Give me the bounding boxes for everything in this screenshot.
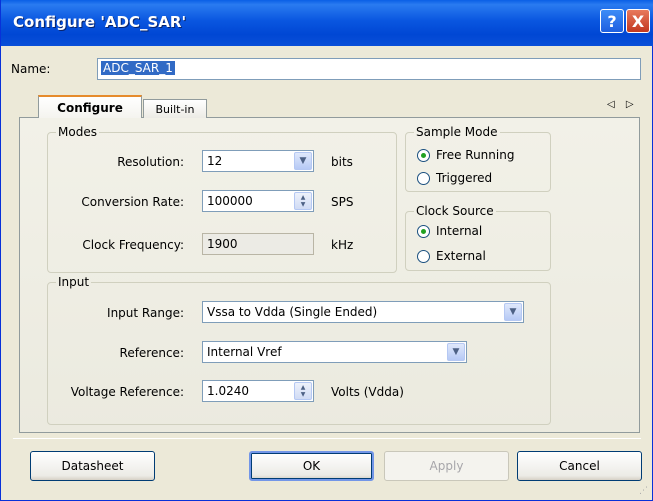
ok-button[interactable]: OK — [249, 451, 374, 481]
title-bar[interactable]: Configure 'ADC_SAR' ? X — [1, 0, 653, 46]
clock-source-legend: Clock Source — [416, 204, 494, 218]
conversion-rate-label: Conversion Rate: — [81, 195, 184, 209]
radio-free-running[interactable]: Free Running — [417, 148, 514, 162]
help-button[interactable]: ? — [600, 9, 624, 33]
clock-frequency-value: 1900 — [207, 237, 238, 251]
radio-unselected-icon — [417, 171, 430, 185]
name-input[interactable]: ADC_SAR_1 — [97, 58, 641, 80]
close-button[interactable]: X — [626, 9, 650, 33]
datasheet-button[interactable]: Datasheet — [30, 451, 155, 481]
reference-select[interactable]: Internal Vref ▼ — [202, 341, 467, 363]
tab-built-in[interactable]: Built-in — [143, 99, 207, 118]
voltage-reference-unit: Volts (Vdda) — [331, 385, 404, 399]
voltage-reference-stepper[interactable]: 1.0240 ▲ ▼ — [202, 380, 314, 402]
chevron-down-icon[interactable]: ▼ — [504, 303, 522, 321]
input-range-select[interactable]: Vssa to Vdda (Single Ended) ▼ — [202, 301, 524, 323]
clock-frequency-unit: kHz — [331, 238, 354, 252]
apply-button: Apply — [384, 451, 509, 481]
conversion-rate-unit: SPS — [331, 195, 354, 209]
button-separator — [13, 438, 641, 439]
name-value: ADC_SAR_1 — [101, 61, 175, 75]
radio-triggered-label: Triggered — [436, 171, 493, 185]
reference-label: Reference: — [119, 346, 184, 360]
radio-selected-icon — [417, 148, 430, 162]
sample-mode-legend: Sample Mode — [416, 125, 498, 139]
input-legend: Input — [58, 275, 90, 289]
spinner-arrows-icon[interactable]: ▲ ▼ — [294, 382, 312, 400]
chevron-down-icon[interactable]: ▼ — [294, 152, 312, 170]
resolution-unit: bits — [331, 155, 353, 169]
radio-unselected-icon — [417, 249, 430, 263]
clock-frequency-field: 1900 — [202, 233, 314, 255]
resize-grip-icon[interactable]: ⋰ — [639, 486, 648, 496]
resolution-value: 12 — [207, 154, 223, 168]
input-range-value: Vssa to Vdda (Single Ended) — [207, 305, 378, 319]
radio-external[interactable]: External — [417, 249, 486, 263]
radio-internal[interactable]: Internal — [417, 224, 482, 238]
radio-triggered[interactable]: Triggered — [417, 171, 492, 185]
resolution-label: Resolution: — [117, 155, 184, 169]
help-icon: ? — [607, 11, 617, 31]
modes-legend: Modes — [58, 125, 97, 139]
radio-external-label: External — [436, 249, 486, 263]
tab-configure[interactable]: Configure — [38, 95, 142, 119]
clock-frequency-label: Clock Frequency: — [82, 238, 184, 252]
conversion-rate-stepper[interactable]: 100000 ▲ ▼ — [202, 190, 314, 212]
reference-value: Internal Vref — [207, 345, 282, 359]
cancel-button[interactable]: Cancel — [517, 451, 642, 481]
input-range-label: Input Range: — [107, 306, 184, 320]
configure-dialog: Configure 'ADC_SAR' ? X Name: ADC_SAR_1 … — [0, 0, 653, 501]
resolution-select[interactable]: 12 ▼ — [202, 150, 314, 172]
voltage-reference-label: Voltage Reference: — [70, 385, 184, 399]
radio-selected-icon — [417, 224, 430, 238]
conversion-rate-value: 100000 — [207, 194, 253, 208]
radio-free-running-label: Free Running — [436, 148, 515, 162]
radio-internal-label: Internal — [436, 224, 483, 238]
chevron-down-icon[interactable]: ▼ — [447, 343, 465, 361]
voltage-reference-value: 1.0240 — [207, 384, 249, 398]
window-title: Configure 'ADC_SAR' — [13, 13, 187, 31]
tab-scroll-arrows-icon[interactable]: ◁ ▷ — [607, 99, 638, 110]
spinner-arrows-icon[interactable]: ▲ ▼ — [294, 192, 312, 210]
name-label: Name: — [11, 62, 51, 76]
close-icon: X — [631, 11, 645, 31]
